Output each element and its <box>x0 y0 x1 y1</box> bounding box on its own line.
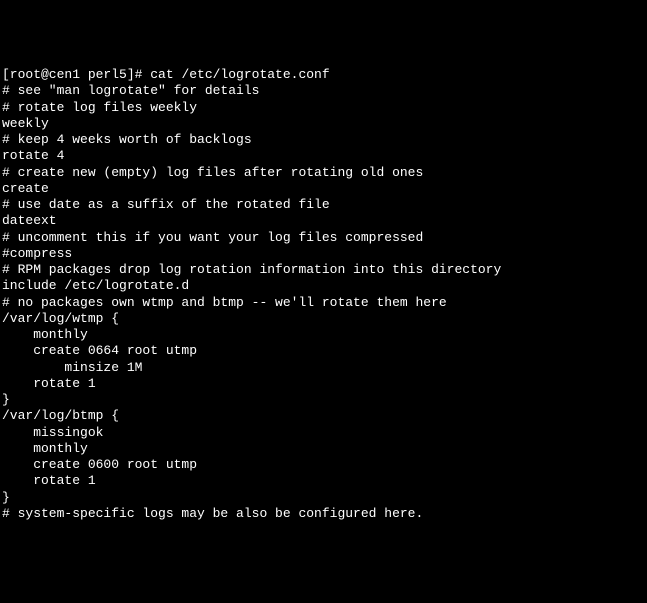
output-line: rotate 1 <box>2 376 645 392</box>
output-line: /var/log/btmp { <box>2 408 645 424</box>
output-line: rotate 4 <box>2 148 645 164</box>
output-line: # RPM packages drop log rotation informa… <box>2 262 645 278</box>
output-line: monthly <box>2 327 645 343</box>
output-line: create 0664 root utmp <box>2 343 645 359</box>
shell-prompt: [root@cen1 perl5]# <box>2 67 150 82</box>
terminal-output: [root@cen1 perl5]# cat /etc/logrotate.co… <box>2 67 645 522</box>
output-line: weekly <box>2 116 645 132</box>
output-line: # uncomment this if you want your log fi… <box>2 230 645 246</box>
output-line: # use date as a suffix of the rotated fi… <box>2 197 645 213</box>
output-line: include /etc/logrotate.d <box>2 278 645 294</box>
output-line: # create new (empty) log files after rot… <box>2 165 645 181</box>
output-line: } <box>2 392 645 408</box>
output-line: missingok <box>2 425 645 441</box>
output-line: create <box>2 181 645 197</box>
output-line: # keep 4 weeks worth of backlogs <box>2 132 645 148</box>
output-line: monthly <box>2 441 645 457</box>
output-line: # no packages own wtmp and btmp -- we'll… <box>2 295 645 311</box>
output-line: # rotate log files weekly <box>2 100 645 116</box>
output-line: } <box>2 490 645 506</box>
output-line: dateext <box>2 213 645 229</box>
command-text: cat /etc/logrotate.conf <box>150 67 329 82</box>
output-line: rotate 1 <box>2 473 645 489</box>
output-line: #compress <box>2 246 645 262</box>
command-line[interactable]: [root@cen1 perl5]# cat /etc/logrotate.co… <box>2 67 645 83</box>
output-line: /var/log/wtmp { <box>2 311 645 327</box>
output-line: # see "man logrotate" for details <box>2 83 645 99</box>
output-line: # system-specific logs may be also be co… <box>2 506 645 522</box>
output-line: minsize 1M <box>2 360 645 376</box>
output-line: create 0600 root utmp <box>2 457 645 473</box>
